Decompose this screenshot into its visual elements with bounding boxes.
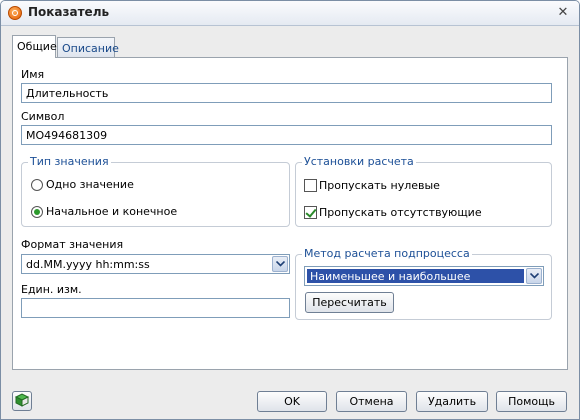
format-select[interactable]: dd.MM.yyyy hh:mm:ss — [21, 254, 290, 274]
subprocess-group: Метод расчета подпроцесса Наименьшее и н… — [295, 247, 552, 320]
symbol-field[interactable]: MO494681309 — [21, 125, 552, 145]
book-icon — [14, 393, 30, 407]
skip-zero-label[interactable]: Пропускать нулевые — [319, 179, 440, 192]
book-icon-button[interactable] — [12, 391, 32, 411]
skip-missing-label[interactable]: Пропускать отсутствующие — [319, 206, 482, 219]
help-button[interactable]: Помощь — [496, 391, 567, 412]
window-title: Показатель — [28, 5, 110, 19]
title-bar[interactable]: Показатель ✕ — [1, 1, 579, 26]
name-field[interactable]: Длительность — [21, 83, 552, 103]
subprocess-method-select[interactable]: Наименьшее и наибольшее — [304, 266, 544, 286]
format-select-value: dd.MM.yyyy hh:mm:ss — [26, 258, 150, 271]
close-icon[interactable]: ✕ — [556, 6, 570, 20]
radio-start-end[interactable] — [31, 206, 43, 218]
app-logo-icon — [8, 6, 22, 20]
subprocess-title: Метод расчета подпроцесса — [302, 247, 472, 260]
calc-settings-title: Установки расчета — [302, 155, 416, 168]
subprocess-method-value: Наименьшее и наибольшее — [310, 270, 471, 283]
symbol-label: Символ — [21, 110, 65, 123]
radio-single-value[interactable] — [31, 179, 43, 191]
value-type-title: Тип значения — [28, 155, 111, 168]
unit-field[interactable] — [21, 298, 290, 318]
tab-description[interactable]: Описание — [57, 37, 119, 57]
radio-start-end-label[interactable]: Начальное и конечное — [46, 205, 177, 218]
recalculate-button[interactable]: Пересчитать — [305, 292, 394, 313]
ok-button[interactable]: OK — [257, 391, 327, 412]
tab-panel-general: Имя Длительность Символ MO494681309 Тип … — [12, 57, 568, 370]
skip-missing-checkbox[interactable] — [304, 206, 317, 219]
tab-general[interactable]: Общие — [12, 35, 57, 58]
chevron-down-icon[interactable] — [272, 256, 288, 272]
format-label: Формат значения — [21, 238, 124, 251]
calc-settings-group: Установки расчета Пропускать нулевые Про… — [295, 155, 552, 227]
chevron-down-icon[interactable] — [526, 268, 542, 284]
cancel-button[interactable]: Отмена — [336, 391, 407, 412]
delete-button[interactable]: Удалить — [416, 391, 488, 412]
dialog-window: Показатель ✕ Общие Описание Имя Длительн… — [0, 0, 580, 420]
name-label: Имя — [21, 68, 45, 81]
unit-label: Един. изм. — [21, 283, 82, 296]
value-type-group: Тип значения Одно значение Начальное и к… — [21, 155, 290, 227]
skip-zero-checkbox[interactable] — [304, 179, 317, 192]
radio-single-value-label[interactable]: Одно значение — [46, 178, 134, 191]
